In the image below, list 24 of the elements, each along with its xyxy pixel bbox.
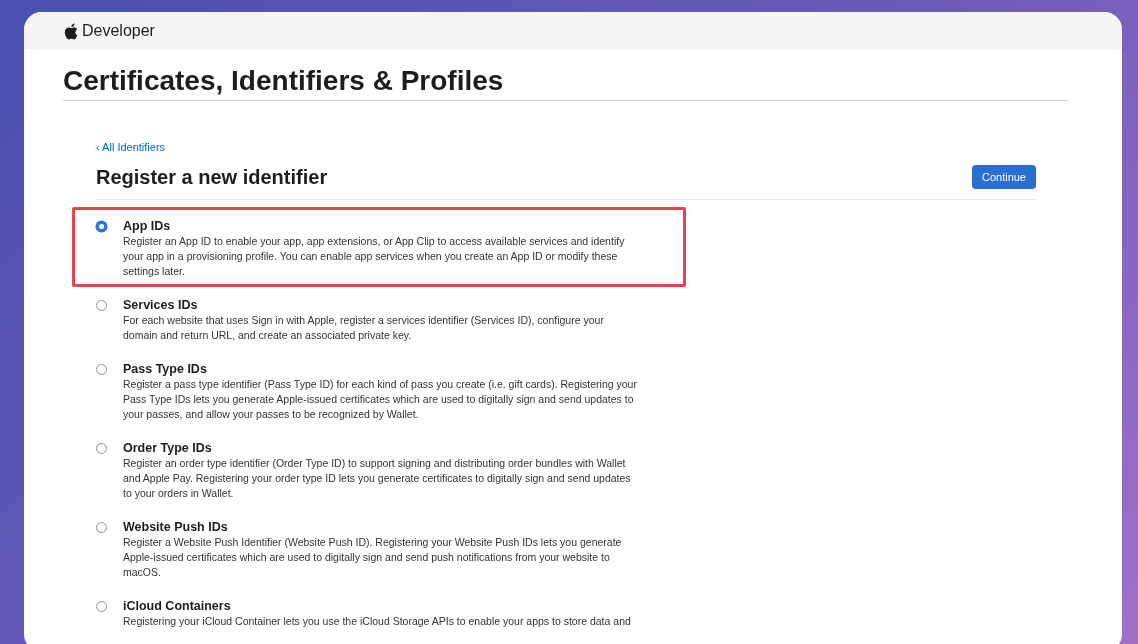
option-description: Register a pass type identifier (Pass Type ID) for each kind of pass you create (i.e. gift cards). Registering your Pass Type IDs lets you generate Apple-issued certificates which are used to digitally sign and send updates to your passes, and allow your passes to be recognized by Wallet. [123,377,638,422]
radio-button[interactable] [96,300,107,311]
option-title: App IDs [123,218,172,234]
option-description: Register an App ID to enable your app, app extensions, or App Clip to access available services and identify your app in a provisioning profile. You can enable app services when you create an App ID or modify these settings later. [123,234,626,279]
option-title: Order Type IDs [123,440,213,456]
radio-button[interactable] [96,522,107,533]
radio-button[interactable] [96,364,107,375]
back-link[interactable]: ‹ All Identifiers [96,141,166,153]
option-description: Register a Website Push Identifier (Website Push ID). Registering your Website Push IDs lets you generate Apple-issued certificates which are used to digitally sign and send push notifications from your website to macOS. [123,535,623,580]
option-description: For each website that uses Sign in with Apple, register a services identifier (Services ID), configure your domain and return URL, and create an associated private key. [123,313,605,343]
apple-logo-icon [64,22,78,40]
section-heading: Register a new identifier [96,165,328,189]
option-description: Registering your iCloud Container lets you use the iCloud Storage APIs to enable your apps to store data and [123,614,632,629]
radio-button[interactable] [96,601,107,612]
continue-button[interactable]: Continue [971,165,1036,189]
radio-button[interactable] [96,221,107,232]
page-title: Certificates, Identifiers & Profiles [63,64,505,98]
option-title: Pass Type IDs [123,361,208,377]
option-title: Website Push IDs [123,519,229,535]
option-title: iCloud Containers [123,598,232,614]
radio-button[interactable] [96,443,107,454]
option-description: Register an order type identifier (Order Type ID) to support signing and distributing order bundles with Wallet and Apple Pay. Registering your order type ID lets you generate certificates to digitally sign and send updates to your orders in Wallet. [123,456,632,501]
option-title: Services IDs [123,297,199,313]
brand-name[interactable]: Developer [82,22,155,40]
